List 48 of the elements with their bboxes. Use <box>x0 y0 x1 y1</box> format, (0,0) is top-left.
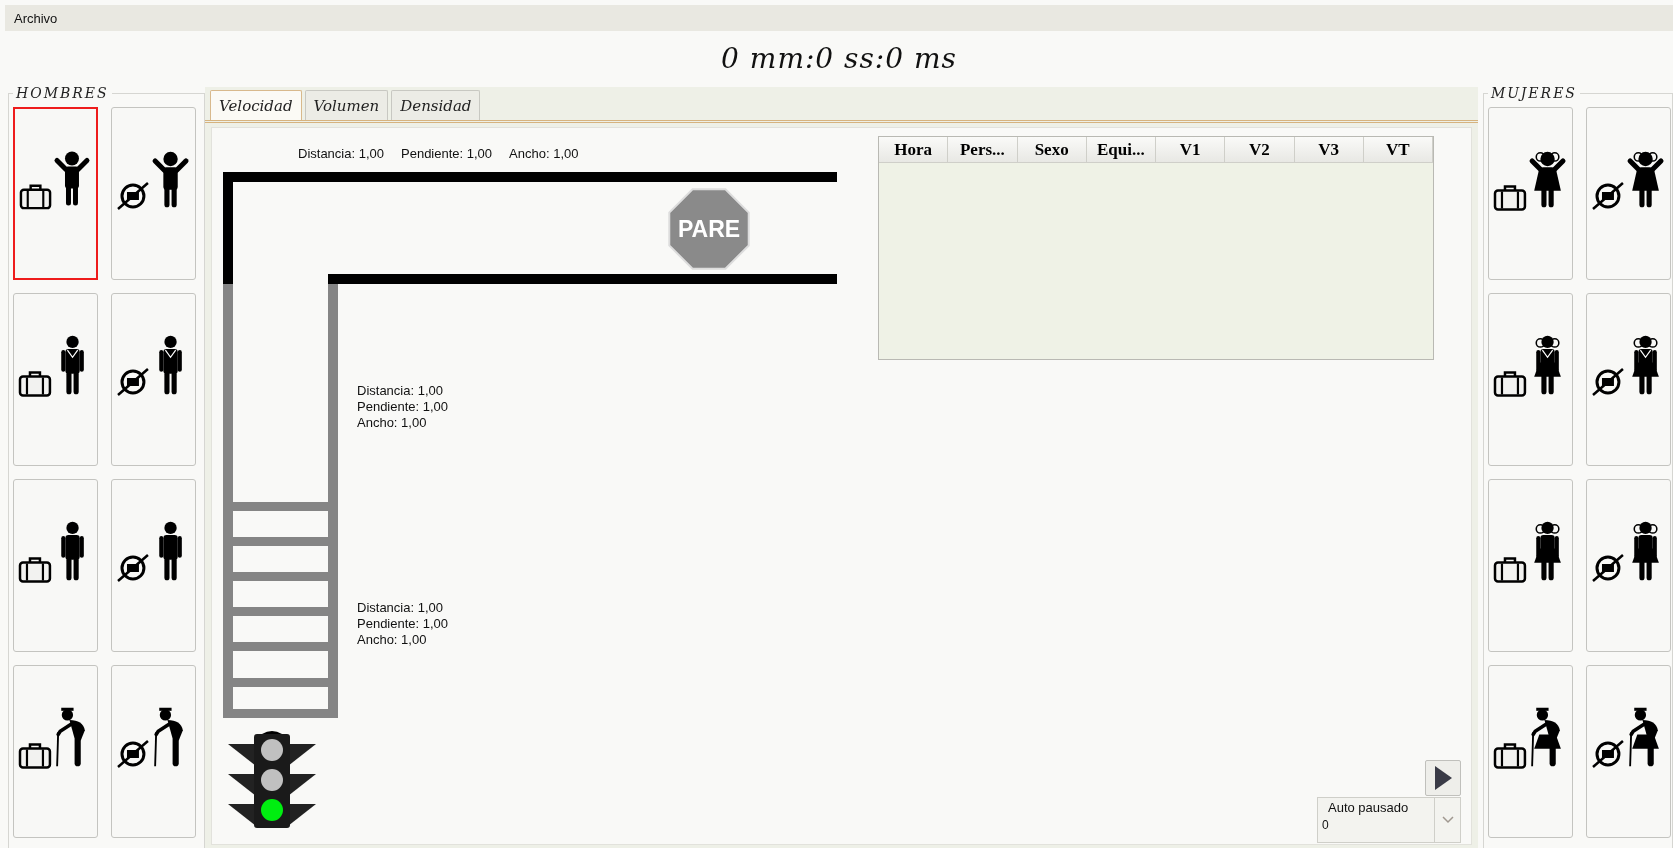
person-type-button[interactable] <box>13 665 98 838</box>
column-header[interactable]: V3 <box>1294 137 1364 163</box>
stop-sign: PARE <box>665 185 753 273</box>
person-type-button[interactable] <box>1488 293 1573 466</box>
person-type-button[interactable] <box>1586 479 1671 652</box>
person-type-button[interactable] <box>1488 479 1573 652</box>
segment-label: Ancho: 1,00 <box>509 146 579 161</box>
person-type-button[interactable] <box>1488 107 1573 280</box>
play-icon <box>1433 765 1453 791</box>
traffic-light-icon <box>228 730 316 828</box>
person-type-button[interactable] <box>111 665 196 838</box>
segment-label: Pendiente: 1,00 <box>357 616 449 631</box>
segment-label: Pendiente: 1,00 <box>401 146 493 161</box>
segment-label: Distancia: 1,00 <box>357 600 444 615</box>
person-type-button[interactable] <box>111 479 196 652</box>
tab[interactable]: Volumen <box>304 90 389 120</box>
field-label: Auto pausado <box>1328 800 1410 815</box>
person-type-button[interactable] <box>1586 107 1671 280</box>
person-type-button[interactable] <box>111 107 196 280</box>
person-type-button[interactable] <box>111 293 196 466</box>
column-header[interactable]: V1 <box>1156 137 1226 163</box>
chevron-down-icon <box>1441 816 1454 824</box>
person-type-button[interactable] <box>13 107 98 280</box>
column-header[interactable]: Pers... <box>948 137 1018 163</box>
person-type-button[interactable] <box>1586 293 1671 466</box>
tab[interactable]: Velocidad <box>210 90 302 120</box>
play-button[interactable] <box>1425 760 1461 796</box>
person-type-button[interactable] <box>1488 665 1573 838</box>
field-value: 0 <box>1322 818 1330 832</box>
segment-label: Ancho: 1,00 <box>357 415 428 430</box>
person-type-button[interactable] <box>1586 665 1671 838</box>
group-title: MUJERES <box>1490 85 1578 101</box>
column-header[interactable]: V2 <box>1225 137 1295 163</box>
person-type-button[interactable] <box>13 479 98 652</box>
segment-label: Ancho: 1,00 <box>357 632 428 647</box>
segment-label: Distancia: 1,00 <box>298 146 384 161</box>
menu-item[interactable]: Archivo <box>14 10 58 26</box>
segment-label: Distancia: 1,00 <box>357 383 444 398</box>
column-header[interactable]: Hora <box>879 137 949 163</box>
column-header[interactable]: Equi... <box>1086 137 1156 163</box>
tab[interactable]: Densidad <box>391 90 481 120</box>
column-header[interactable]: VT <box>1363 137 1433 163</box>
column-header[interactable]: Sexo <box>1017 137 1087 163</box>
timer-display: 0 mm:0 ss:0 ms <box>721 41 957 75</box>
group-title: HOMBRES <box>15 85 110 101</box>
auto-pause-dropdown[interactable]: Auto pausado 0 <box>1317 797 1461 843</box>
person-type-button[interactable] <box>13 293 98 466</box>
segment-label: Pendiente: 1,00 <box>357 399 449 414</box>
